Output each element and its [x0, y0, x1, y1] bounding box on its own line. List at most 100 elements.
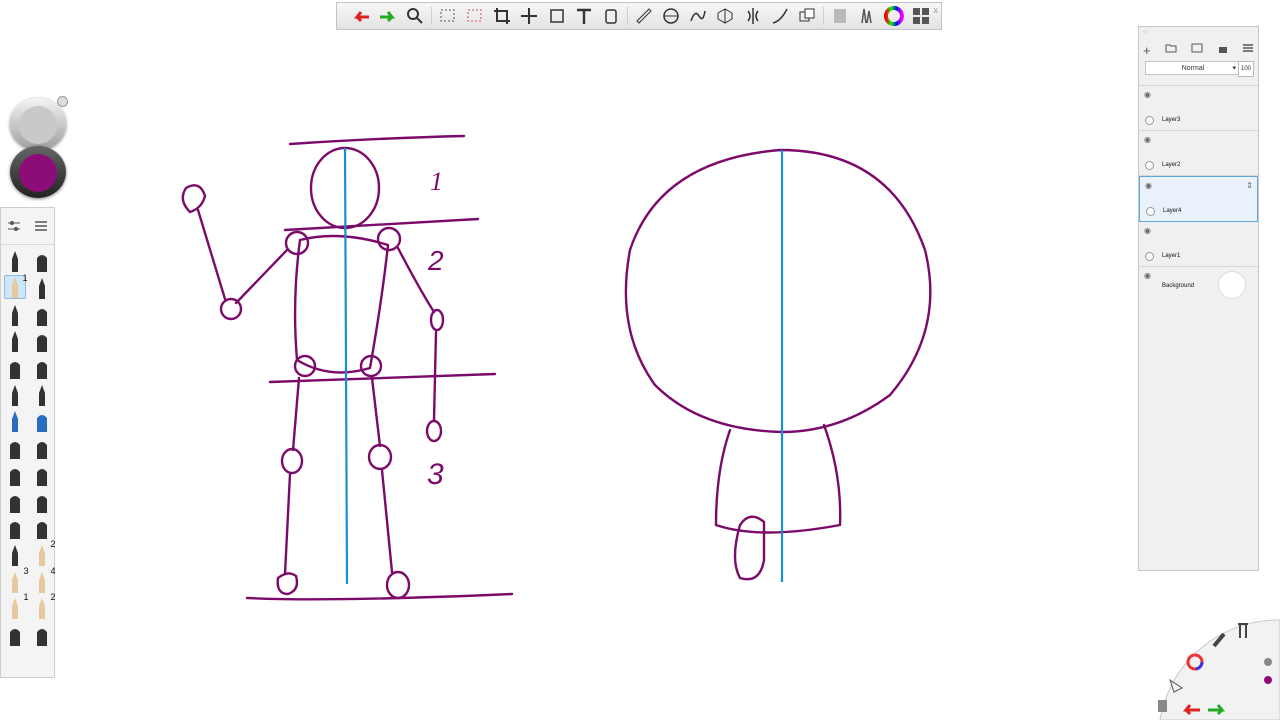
brush-pencil-3[interactable]: 3: [4, 566, 29, 593]
toolbar-close-button[interactable]: x: [934, 5, 939, 15]
puck-close-icon[interactable]: [57, 96, 68, 107]
eye-icon[interactable]: ◉: [1144, 226, 1151, 235]
eye-icon[interactable]: ◉: [1145, 181, 1152, 190]
undo-icon[interactable]: [347, 3, 374, 29]
color-dot-icon[interactable]: [1264, 676, 1272, 684]
layer-radio[interactable]: [1146, 207, 1155, 216]
perspective-icon[interactable]: [712, 3, 739, 29]
ruler-icon[interactable]: [630, 3, 657, 29]
fill-icon[interactable]: [598, 3, 625, 29]
brush-settings-icon[interactable]: [7, 220, 21, 232]
brush-icon: [11, 331, 18, 353]
copy-icon[interactable]: [794, 3, 821, 29]
top-toolbar: x: [336, 2, 942, 30]
drawing-canvas[interactable]: 1 2 3: [0, 0, 1280, 720]
brushes-icon[interactable]: [853, 3, 880, 29]
brush-pencil-selected[interactable]: 1: [3, 273, 28, 300]
select-icon[interactable]: [434, 3, 461, 29]
layers-header: ○ + Normal 100: [1139, 27, 1258, 86]
brush-icon: [36, 442, 47, 460]
brush-paint-brush[interactable]: [4, 462, 26, 486]
brush-icon: [38, 278, 45, 300]
panel-close-icon[interactable]: ○: [1143, 29, 1147, 36]
hand-left: [181, 184, 207, 214]
brush-icon: [11, 304, 18, 326]
brush-pencil[interactable]: [4, 248, 26, 273]
distort-icon[interactable]: [543, 3, 570, 29]
brush-pencil-6[interactable]: 2: [31, 592, 56, 620]
lock-icon[interactable]: [1218, 43, 1228, 53]
transform-icon[interactable]: [516, 3, 543, 29]
brush-soft-eraser[interactable]: [31, 328, 53, 353]
layer-row[interactable]: ◉ Layer3: [1139, 86, 1258, 131]
select-clear-icon[interactable]: [461, 3, 488, 29]
folder-icon[interactable]: [1165, 43, 1177, 53]
text-icon[interactable]: [570, 3, 597, 29]
brush-blue-pencil[interactable]: [4, 408, 26, 433]
brush-icon: [36, 495, 47, 513]
zoom-icon[interactable]: [402, 3, 429, 29]
brush-hard-eraser[interactable]: [31, 355, 53, 380]
blend-mode-dropdown[interactable]: Normal: [1145, 61, 1241, 76]
layer-editor-icon[interactable]: [826, 3, 853, 29]
ellipse-guide-icon[interactable]: [657, 3, 684, 29]
brush-pencil-5[interactable]: 1: [4, 592, 29, 620]
menu-icon[interactable]: [1242, 43, 1254, 53]
brush-wide-brush[interactable]: [31, 462, 53, 486]
brush-splatter[interactable]: [4, 622, 26, 646]
stroke-icon[interactable]: [766, 3, 793, 29]
brush-ballpoint[interactable]: [4, 302, 26, 326]
brush-marker[interactable]: [31, 302, 53, 326]
brush-eraser[interactable]: [31, 248, 53, 273]
brush-pen[interactable]: [31, 275, 53, 300]
brush-fine-pen[interactable]: [4, 328, 26, 353]
layer-row[interactable]: ◉ Layer2: [1139, 131, 1258, 176]
brush-airbrush[interactable]: [4, 355, 26, 380]
brush-list-icon[interactable]: [34, 220, 48, 232]
gear-icon[interactable]: [1264, 658, 1272, 666]
brush-texture[interactable]: [31, 515, 53, 540]
redo-icon[interactable]: [374, 3, 401, 29]
brush-pen-2[interactable]: [4, 542, 26, 566]
layer-row[interactable]: ◉ Layer1: [1139, 222, 1258, 267]
layer-radio[interactable]: [1145, 161, 1154, 170]
grid-icon[interactable]: [908, 3, 935, 29]
eye-icon[interactable]: ◉: [1144, 271, 1151, 280]
layer-background[interactable]: ◉ Background: [1139, 267, 1258, 311]
thigh-left: [291, 376, 301, 452]
brush-splatter-2[interactable]: [31, 622, 53, 646]
lagoon-menu: [1158, 619, 1280, 720]
add-layer-icon[interactable]: +: [1143, 43, 1151, 58]
layer-row[interactable]: ◉ Layer4 ⇕: [1139, 176, 1258, 222]
stick-figure-sketch: 1 2 3: [181, 134, 514, 601]
proportion-label-2: 2: [427, 245, 444, 276]
brush-stamp[interactable]: [4, 515, 26, 540]
brush-blender[interactable]: [31, 489, 53, 513]
brush-blue-marker[interactable]: [31, 408, 53, 433]
primary-color-puck[interactable]: [6, 142, 70, 198]
brush-pencil-4[interactable]: 4: [31, 566, 56, 593]
brush-grid: 1 2 3 4 1 2: [1, 247, 56, 647]
eye-icon[interactable]: ◉: [1144, 135, 1151, 144]
eye-icon[interactable]: ◉: [1144, 90, 1151, 99]
arm-right: [396, 246, 436, 314]
layer-drag-handle-icon[interactable]: ⇕: [1246, 181, 1253, 190]
brush-small-brush[interactable]: [4, 435, 26, 460]
image-icon[interactable]: [1191, 43, 1203, 53]
color-wheel-icon[interactable]: [881, 3, 908, 29]
brush-pencil-2[interactable]: 2: [31, 539, 56, 566]
crop-icon[interactable]: [488, 3, 515, 29]
layer-radio[interactable]: [1145, 116, 1154, 125]
brush-smudge[interactable]: [4, 489, 26, 513]
toolbar-divider: [430, 7, 432, 25]
trash-icon[interactable]: [1158, 700, 1167, 712]
brush-round-brush[interactable]: [31, 435, 53, 460]
symmetry-icon[interactable]: [739, 3, 766, 29]
layer-radio[interactable]: [1145, 252, 1154, 261]
brush-felt-tip[interactable]: [4, 382, 26, 406]
brush-chisel[interactable]: [31, 382, 53, 406]
opacity-value[interactable]: 100: [1238, 61, 1254, 77]
brush-icon: [36, 335, 47, 353]
french-curve-icon[interactable]: [685, 3, 712, 29]
elbow-left: [219, 297, 243, 321]
